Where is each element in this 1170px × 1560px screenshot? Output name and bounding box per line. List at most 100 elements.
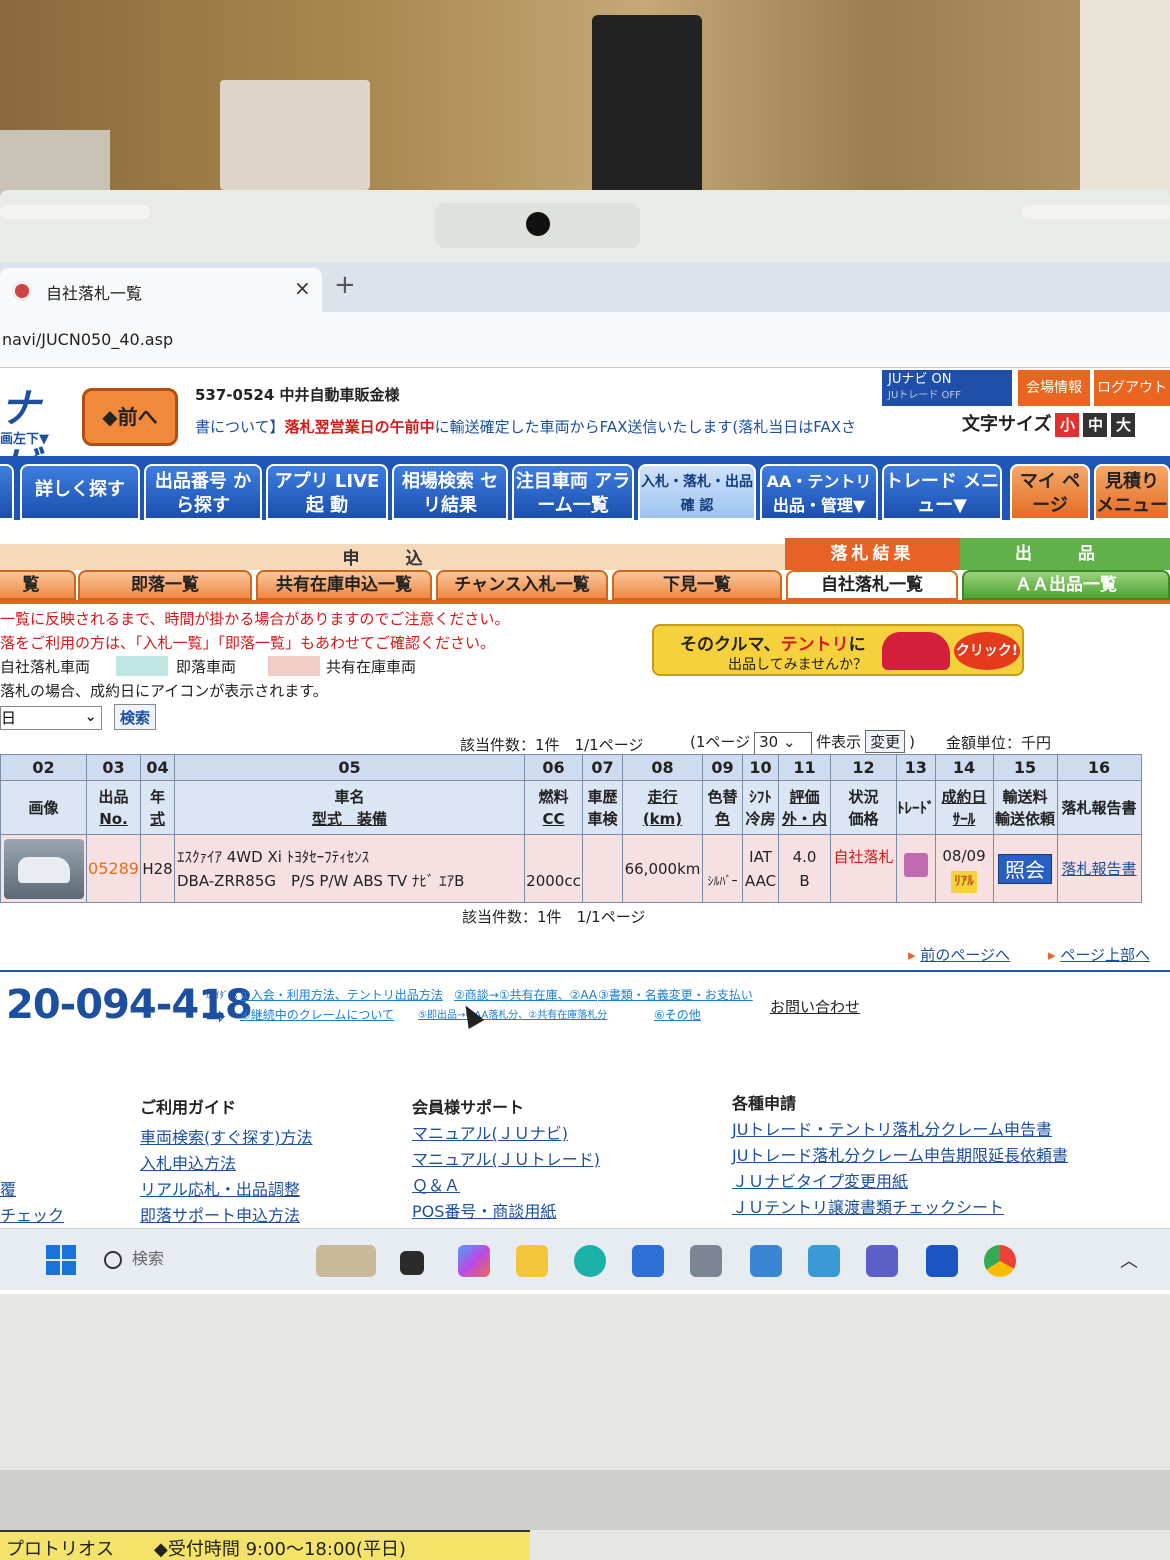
app-link-extension[interactable]: JUトレード落札分クレーム申告期限延長依頼書 xyxy=(732,1142,1068,1166)
header-mileage[interactable]: 走行 (km) xyxy=(622,780,703,835)
report-cell[interactable]: 落札報告書 xyxy=(1056,834,1142,903)
new-tab-icon[interactable]: + xyxy=(334,270,356,300)
tab-preview-list[interactable]: 下見一覧 xyxy=(612,570,782,600)
nav-trade-menu[interactable]: トレード メニュー▼ xyxy=(882,464,1002,520)
sticker-company: プロトリオス xyxy=(6,1539,114,1560)
venue-info-button[interactable]: 会場情報 xyxy=(1018,370,1090,406)
back-button[interactable]: ◆前へ xyxy=(82,388,178,446)
app-link-type-change[interactable]: ＪＵナビタイプ変更用紙 xyxy=(732,1168,908,1192)
header-shift: ｼﾌﾄ 冷房 xyxy=(742,780,779,835)
windows-start-icon[interactable] xyxy=(46,1245,76,1275)
header-color[interactable]: 色替色 xyxy=(702,780,743,835)
trade-icon[interactable] xyxy=(903,853,928,877)
nav-lot-search[interactable]: 出品番号 から探す xyxy=(144,464,262,520)
transport-cell[interactable]: 照会 xyxy=(992,834,1058,903)
header-name[interactable]: 車名 型式 装備 xyxy=(174,780,525,835)
header-year[interactable]: 年式 xyxy=(140,780,175,835)
font-size-large-button[interactable]: 大 xyxy=(1111,413,1136,437)
guide-link-real[interactable]: リアル応札・出品調整 xyxy=(140,1176,300,1200)
font-size-small-button[interactable]: 小 xyxy=(1055,413,1080,437)
tab-own-award-list[interactable]: 自社落札一覧 xyxy=(786,570,958,600)
address-url[interactable]: navi/JUCN050_40.asp xyxy=(2,330,173,349)
notice-reflect: 一覧に反映されるまで、時間が掛かる場合がありますのでご注意ください。 xyxy=(0,610,510,628)
support-link-qa[interactable]: Ｑ＆Ａ xyxy=(412,1172,460,1196)
report-link[interactable]: 落札報告書 xyxy=(1062,860,1137,878)
inquiry-button[interactable]: 照会 xyxy=(998,853,1053,884)
nav-aa-tentori[interactable]: AA・テントリ 出品・管理▼ xyxy=(760,464,878,520)
teams-icon[interactable] xyxy=(866,1245,898,1277)
app-icon-3[interactable] xyxy=(808,1245,840,1277)
left-link-fragment-2[interactable]: チェック xyxy=(0,1202,64,1226)
app-link-transfer-check[interactable]: ＪＵテントリ譲渡書類チェックシート xyxy=(732,1194,1004,1218)
header-fuel[interactable]: 燃料 CC xyxy=(524,780,583,835)
app-link-claim[interactable]: JUトレード・テントリ落札分クレーム申告書 xyxy=(732,1116,1052,1140)
support-link-manual-trade[interactable]: マニュアル(ＪＵトレード) xyxy=(412,1146,600,1170)
guide-link-search[interactable]: 車両検索(すぐ探す)方法 xyxy=(140,1124,313,1148)
tab-close-icon[interactable]: × xyxy=(294,276,311,300)
tab-instant-list[interactable]: 即落一覧 xyxy=(78,570,252,600)
nav-partial[interactable] xyxy=(0,464,14,520)
date-select[interactable]: 日 ⌄ xyxy=(0,706,102,730)
nav-live-app[interactable]: アプリ LIVE 起 動 xyxy=(266,464,388,520)
tab-aa-listing[interactable]: ＡＡ出品一覧 xyxy=(962,570,1170,600)
nav-detailed-search[interactable]: 詳しく探す xyxy=(20,464,140,520)
contact-link[interactable]: お問い合わせ xyxy=(770,996,860,1017)
car-photo[interactable] xyxy=(3,838,84,899)
tentori-banner[interactable]: そのクルマ、テントリに 出品してみませんか？ クリック! xyxy=(652,624,1024,676)
history-cell xyxy=(582,834,623,903)
tab-chance-bid[interactable]: チャンス入札一覧 xyxy=(436,570,608,600)
site-page: ナビ 画左下▼ ◆前へ 537-0524 中井自動車販金様 書について】落札翌営… xyxy=(0,368,1170,1294)
store-icon[interactable] xyxy=(632,1245,664,1277)
app-icon-1[interactable] xyxy=(690,1245,722,1277)
browser-tab[interactable]: 自社落札一覧 × xyxy=(0,268,322,312)
search-button[interactable]: 検索 xyxy=(114,704,156,730)
tray-chevron-icon[interactable]: ︿ xyxy=(1120,1247,1138,1273)
nav-market-search[interactable]: 相場検索 セリ結果 xyxy=(392,464,508,520)
guide-link-instant[interactable]: 即落サポート申込方法 xyxy=(140,1202,300,1226)
trade-cell[interactable] xyxy=(896,834,936,903)
support-link-manual-navi[interactable]: マニュアル(ＪＵナビ) xyxy=(412,1120,568,1144)
header-grade[interactable]: 評価 外・内 xyxy=(778,780,831,835)
faq-link-5[interactable]: ⑤即出品→①AA落札分、②共有在庫落札分 xyxy=(418,1006,607,1021)
faq-link-1[interactable]: ①入会・利用方法、テントリ出品方法 xyxy=(240,986,443,1003)
logout-button[interactable]: ログアウト xyxy=(1094,370,1170,406)
copilot-icon[interactable] xyxy=(458,1245,490,1277)
faq-link-3[interactable]: ③書類・名義変更・お支払い xyxy=(598,986,753,1003)
per-page-select[interactable]: 30 ⌄ xyxy=(754,732,813,756)
app-icon-2[interactable] xyxy=(750,1245,782,1277)
site-favicon-icon xyxy=(12,281,32,301)
edge-icon[interactable] xyxy=(574,1245,606,1277)
teamviewer-icon[interactable] xyxy=(926,1245,958,1277)
banner-click-badge[interactable]: クリック! xyxy=(954,632,1020,670)
chrome-icon[interactable] xyxy=(984,1245,1016,1277)
task-view-icon[interactable] xyxy=(400,1251,424,1275)
widgets-icon[interactable] xyxy=(316,1245,376,1277)
tab-shared-stock[interactable]: 共有在庫申込一覧 xyxy=(256,570,432,600)
font-size-mid-button[interactable]: 中 xyxy=(1083,413,1108,437)
notice-link[interactable]: 書について】 xyxy=(195,418,285,436)
table-row[interactable]: 05289 H28 ｴｽｸｧｲｱ 4WD Xi ﾄﾖﾀｾｰﾌﾃｨｾﾝｽ DBA-Z… xyxy=(0,834,1142,903)
header-lot[interactable]: 出品 No. xyxy=(86,780,141,835)
nav-estimate[interactable]: 見積り メニュー xyxy=(1094,464,1170,520)
lot-cell[interactable]: 05289 xyxy=(86,834,141,903)
car-thumbnail[interactable] xyxy=(0,834,87,903)
left-link-fragment-1[interactable]: 覆 xyxy=(0,1176,16,1200)
faq-link-2[interactable]: ②商談→①共有在庫、②AA xyxy=(454,986,597,1003)
file-explorer-icon[interactable] xyxy=(516,1245,548,1277)
nav-watch-alarm[interactable]: 注目車両 アラーム一覧 xyxy=(512,464,634,520)
faq-link-4[interactable]: ④継続中のクレームについて xyxy=(240,1006,394,1023)
ju-switch-toggle[interactable]: JUナビ ON JUトレード OFF xyxy=(882,370,1012,406)
banner-headline: そのクルマ、テントリに xyxy=(680,635,866,655)
nav-my-page[interactable]: マイ ページ xyxy=(1010,464,1090,520)
faq-link-6[interactable]: ⑥その他 xyxy=(654,1006,701,1023)
tab-bid-list[interactable]: 覧 xyxy=(0,570,76,600)
site-logo[interactable]: ナビ 画左下▼ xyxy=(0,376,75,490)
nav-bid-confirm[interactable]: 入札・落札・出品 確 認 xyxy=(638,464,756,520)
address-bar[interactable]: navi/JUCN050_40.asp xyxy=(0,312,1170,368)
change-button[interactable]: 変更 xyxy=(865,730,906,753)
support-link-pos[interactable]: POS番号・商談用紙 xyxy=(412,1198,556,1222)
page-top-link[interactable]: ▸ ページ上部へ xyxy=(1048,944,1150,965)
header-settle-date[interactable]: 成約日 ｻｰﾙ xyxy=(934,780,994,835)
prev-page-link[interactable]: ▸ 前のページへ xyxy=(908,944,1010,965)
guide-link-bid[interactable]: 入札申込方法 xyxy=(140,1150,236,1174)
